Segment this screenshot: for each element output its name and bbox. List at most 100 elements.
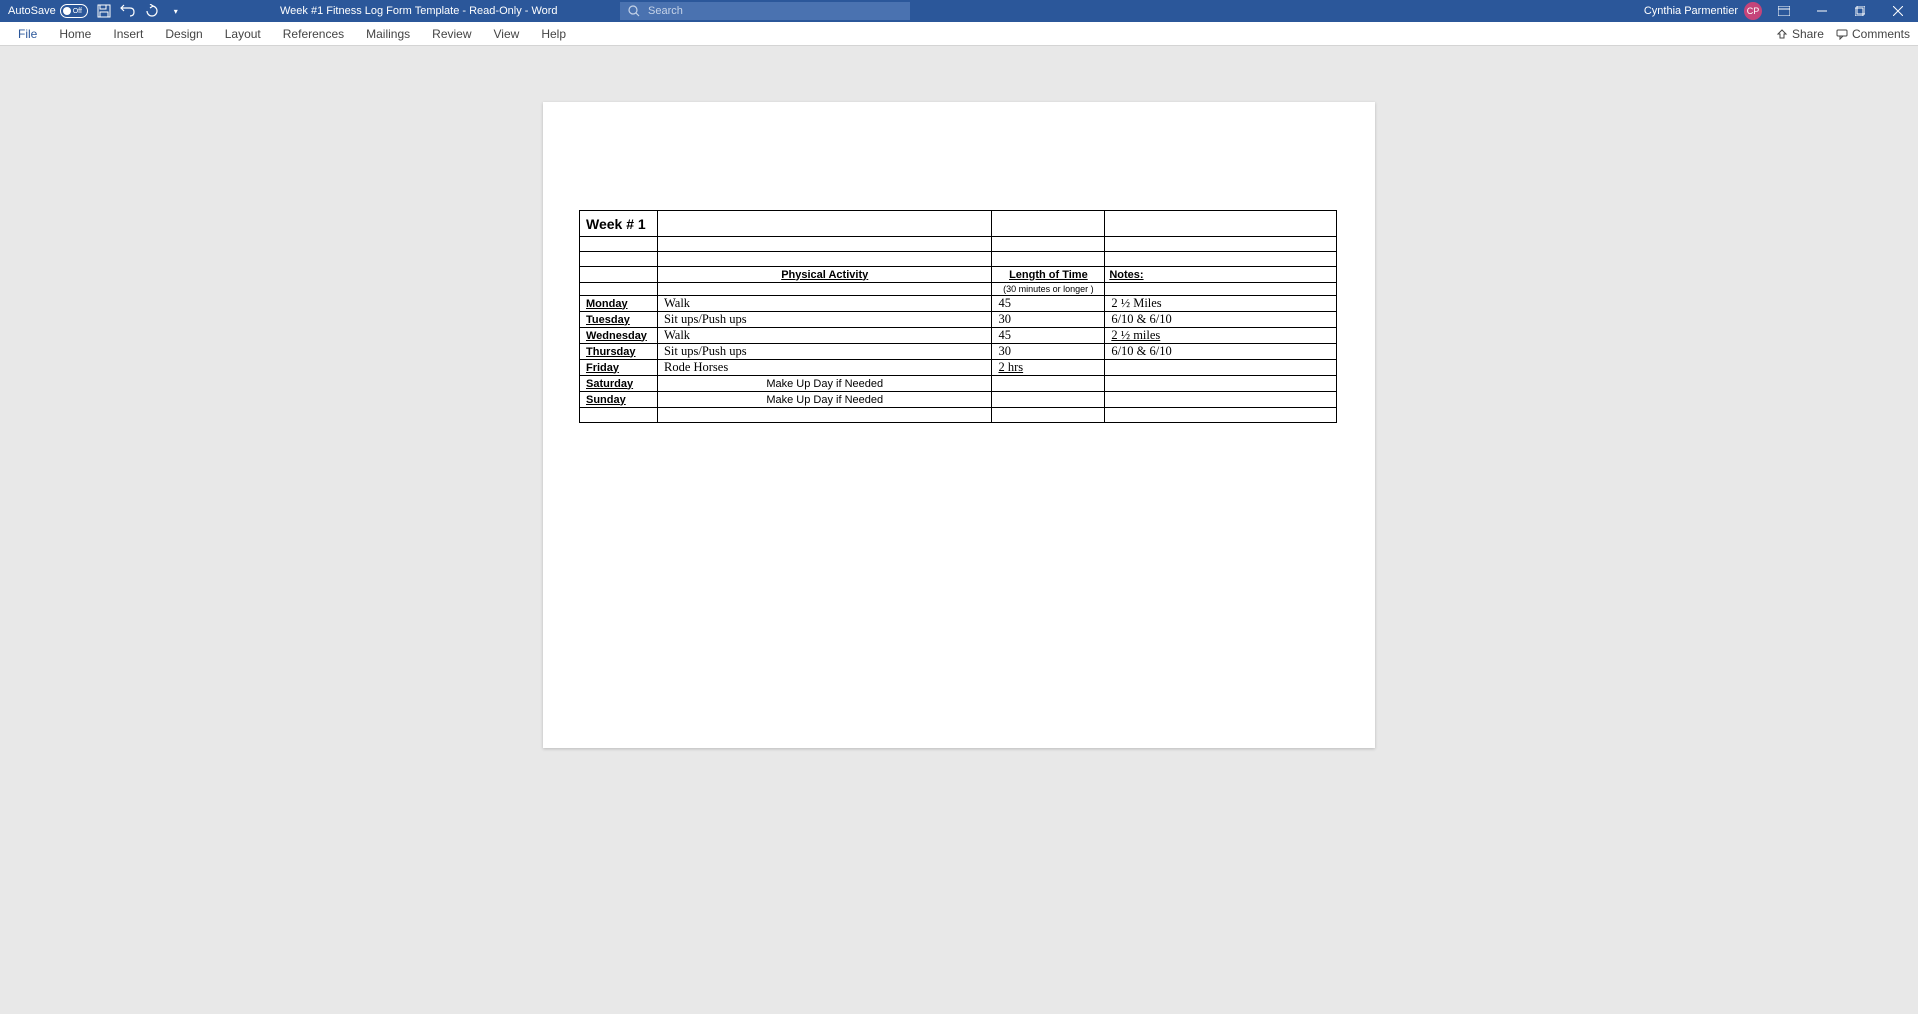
share-label: Share	[1792, 27, 1824, 41]
ribbon: File Home Insert Design Layout Reference…	[0, 22, 1918, 46]
notes-cell[interactable]	[1105, 360, 1337, 376]
table-cell[interactable]	[657, 283, 991, 296]
tab-design[interactable]: Design	[155, 23, 212, 45]
tab-home[interactable]: Home	[49, 23, 101, 45]
ribbon-tabs: File Home Insert Design Layout Reference…	[8, 23, 576, 45]
activity-cell[interactable]: Make Up Day if Needed	[657, 392, 991, 408]
notes-text[interactable]: 2 ½ miles	[1111, 328, 1160, 342]
comments-label: Comments	[1852, 27, 1910, 41]
activity-cell[interactable]: Rode Horses	[657, 360, 991, 376]
notes-cell[interactable]: 2 ½ Miles	[1105, 296, 1337, 312]
length-text[interactable]: 2 hrs	[998, 360, 1023, 374]
day-tuesday[interactable]: Tuesday	[580, 312, 658, 328]
day-monday[interactable]: Monday	[580, 296, 658, 312]
table-row-blank[interactable]	[580, 237, 1337, 252]
length-cell[interactable]: 30	[992, 312, 1105, 328]
table-cell[interactable]	[657, 211, 991, 237]
day-friday[interactable]: Friday	[580, 360, 658, 376]
table-row[interactable]: Saturday Make Up Day if Needed	[580, 376, 1337, 392]
table-row-blank[interactable]	[580, 252, 1337, 267]
ribbon-display-options-icon[interactable]	[1768, 0, 1800, 22]
user-name[interactable]: Cynthia Parmentier	[1644, 5, 1738, 17]
user-avatar[interactable]: CP	[1744, 2, 1762, 20]
page[interactable]: Week # 1 Physical Activity Length of Tim…	[543, 102, 1375, 748]
table-row[interactable]: Tuesday Sit ups/Push ups 30 6/10 & 6/10	[580, 312, 1337, 328]
day-thursday[interactable]: Thursday	[580, 344, 658, 360]
activity-cell[interactable]: Make Up Day if Needed	[657, 376, 991, 392]
length-cell[interactable]: 45	[992, 328, 1105, 344]
table-cell[interactable]	[1105, 211, 1337, 237]
tab-insert[interactable]: Insert	[103, 23, 153, 45]
user-initials: CP	[1747, 6, 1760, 16]
tab-layout[interactable]: Layout	[215, 23, 271, 45]
minimize-button[interactable]	[1806, 0, 1838, 22]
share-button[interactable]: Share	[1776, 27, 1824, 41]
autosave-label: AutoSave	[8, 5, 56, 17]
tab-file[interactable]: File	[8, 23, 47, 45]
table-cell[interactable]	[580, 267, 658, 283]
quick-access-toolbar: AutoSave Off ▾	[0, 3, 184, 19]
toggle-knob	[63, 7, 71, 15]
comments-icon	[1836, 28, 1848, 40]
week-title-cell[interactable]: Week # 1	[580, 211, 658, 237]
fitness-table[interactable]: Week # 1 Physical Activity Length of Tim…	[579, 210, 1337, 423]
length-cell[interactable]	[992, 376, 1105, 392]
table-row[interactable]: Sunday Make Up Day if Needed	[580, 392, 1337, 408]
document-area[interactable]: Week # 1 Physical Activity Length of Tim…	[0, 46, 1918, 1014]
notes-cell[interactable]: 6/10 & 6/10	[1105, 344, 1337, 360]
table-row-title[interactable]: Week # 1	[580, 211, 1337, 237]
customize-qat-icon[interactable]: ▾	[168, 3, 184, 19]
day-sunday[interactable]: Sunday	[580, 392, 658, 408]
tab-help[interactable]: Help	[531, 23, 576, 45]
length-cell: 2 hrs	[992, 360, 1105, 376]
search-placeholder: Search	[648, 5, 683, 17]
share-icon	[1776, 28, 1788, 40]
notes-cell: 2 ½ miles	[1105, 328, 1337, 344]
close-button[interactable]	[1882, 0, 1914, 22]
table-row[interactable]: Thursday Sit ups/Push ups 30 6/10 & 6/10	[580, 344, 1337, 360]
length-cell[interactable]: 45	[992, 296, 1105, 312]
activity-cell[interactable]: Walk	[657, 296, 991, 312]
header-notes[interactable]: Notes:	[1105, 267, 1337, 283]
tab-mailings[interactable]: Mailings	[356, 23, 420, 45]
autosave-toggle[interactable]: AutoSave Off	[8, 4, 88, 18]
comments-button[interactable]: Comments	[1836, 27, 1910, 41]
table-row-subheader[interactable]: (30 minutes or longer )	[580, 283, 1337, 296]
table-cell[interactable]	[1105, 283, 1337, 296]
redo-icon[interactable]	[144, 3, 160, 19]
table-row[interactable]: Friday Rode Horses 2 hrs	[580, 360, 1337, 376]
restore-button[interactable]	[1844, 0, 1876, 22]
notes-cell[interactable]	[1105, 376, 1337, 392]
length-cell[interactable]: 30	[992, 344, 1105, 360]
titlebar: AutoSave Off ▾ Week #1 Fitness Log Form …	[0, 0, 1918, 22]
ribbon-right: Share Comments	[1776, 27, 1910, 41]
activity-cell[interactable]: Sit ups/Push ups	[657, 344, 991, 360]
header-activity[interactable]: Physical Activity	[657, 267, 991, 283]
day-wednesday[interactable]: Wednesday	[580, 328, 658, 344]
autosave-state: Off	[73, 8, 82, 15]
subheader-length[interactable]: (30 minutes or longer )	[992, 283, 1105, 296]
table-row[interactable]: Wednesday Walk 45 2 ½ miles	[580, 328, 1337, 344]
search-icon	[628, 5, 640, 17]
header-length[interactable]: Length of Time	[992, 267, 1105, 283]
toggle-switch[interactable]: Off	[60, 4, 88, 18]
notes-cell[interactable]: 6/10 & 6/10	[1105, 312, 1337, 328]
tab-view[interactable]: View	[484, 23, 530, 45]
activity-cell[interactable]: Sit ups/Push ups	[657, 312, 991, 328]
notes-cell[interactable]	[1105, 392, 1337, 408]
table-row[interactable]: Monday Walk 45 2 ½ Miles	[580, 296, 1337, 312]
tab-references[interactable]: References	[273, 23, 354, 45]
titlebar-right: Cynthia Parmentier CP	[1644, 0, 1914, 22]
table-cell[interactable]	[992, 211, 1105, 237]
table-cell[interactable]	[580, 283, 658, 296]
search-input[interactable]: Search	[620, 2, 910, 20]
length-cell[interactable]	[992, 392, 1105, 408]
activity-cell[interactable]: Walk	[657, 328, 991, 344]
tab-review[interactable]: Review	[422, 23, 481, 45]
day-saturday[interactable]: Saturday	[580, 376, 658, 392]
document-title: Week #1 Fitness Log Form Template - Read…	[280, 5, 558, 17]
table-row-blank[interactable]	[580, 408, 1337, 423]
table-row-header[interactable]: Physical Activity Length of Time Notes:	[580, 267, 1337, 283]
save-icon[interactable]	[96, 3, 112, 19]
undo-icon[interactable]	[120, 3, 136, 19]
